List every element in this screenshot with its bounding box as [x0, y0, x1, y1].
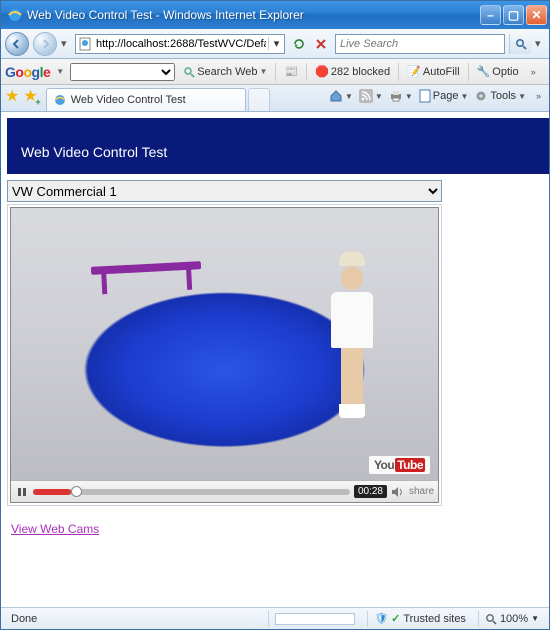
- close-button[interactable]: ✕: [526, 5, 547, 25]
- search-icon: [183, 66, 195, 78]
- progress-indicator: [275, 613, 355, 625]
- popup-blocker-button[interactable]: 🛑 282 blocked: [313, 65, 392, 78]
- zoom-label: 100%: [500, 613, 528, 625]
- search-go-button[interactable]: [509, 34, 531, 54]
- status-text: Done: [5, 611, 75, 627]
- add-favorites-button[interactable]: ★: [23, 86, 37, 106]
- tools-menu-button[interactable]: Tools ▼: [474, 89, 526, 103]
- active-tab[interactable]: Web Video Control Test: [46, 88, 246, 111]
- ie-logo-icon: [7, 7, 23, 23]
- separator: [306, 63, 307, 81]
- shield-icon: 🛡: [374, 612, 388, 625]
- new-tab-button[interactable]: [248, 88, 270, 111]
- tab-strip: ★ ★ Web Video Control Test ▼ ▼ ▼ Page ▼ …: [1, 85, 549, 112]
- search-box[interactable]: [335, 34, 505, 54]
- blocked-count-label: 282 blocked: [331, 66, 390, 78]
- share-button[interactable]: share: [409, 486, 434, 497]
- tab-label: Web Video Control Test: [71, 94, 186, 106]
- popup-icon: 🛑: [315, 65, 329, 78]
- check-icon: ✓: [391, 612, 400, 625]
- stop-button[interactable]: [311, 34, 331, 54]
- news-button[interactable]: 📰: [282, 65, 300, 78]
- video-player[interactable]: YouTube 00:28 sh: [10, 207, 439, 503]
- home-button[interactable]: ▼: [329, 89, 353, 103]
- page-menu-label: Page: [433, 90, 459, 102]
- command-bar: ▼ ▼ ▼ Page ▼ Tools ▼ »: [329, 85, 545, 111]
- window-titlebar: Web Video Control Test - Windows Interne…: [1, 1, 549, 29]
- view-webcams-link[interactable]: View Web Cams: [11, 522, 99, 536]
- search-provider-dropdown[interactable]: ▾: [535, 37, 545, 50]
- rss-icon: [359, 89, 373, 103]
- page-icon: [419, 89, 431, 103]
- chevron-down-icon: ▼: [260, 67, 268, 76]
- page-menu-button[interactable]: Page ▼: [419, 89, 469, 103]
- player-controls: 00:28 share: [11, 480, 438, 502]
- favorites-center-button[interactable]: ★: [5, 86, 19, 106]
- page-title: Web Video Control Test: [21, 144, 167, 160]
- search-web-button[interactable]: Search Web ▼: [181, 66, 269, 78]
- tab-page-icon: [53, 93, 67, 107]
- search-web-label: Search Web: [197, 66, 257, 78]
- page-icon: [78, 37, 92, 51]
- zoom-icon: [485, 613, 497, 625]
- google-menu-dropdown[interactable]: ▼: [56, 67, 64, 76]
- page-header: Web Video Control Test: [7, 118, 549, 174]
- video-player-frame: YouTube 00:28 sh: [7, 204, 442, 506]
- zoom-control[interactable]: 100% ▼: [478, 611, 545, 627]
- address-bar[interactable]: ▾: [75, 34, 285, 54]
- command-overflow[interactable]: »: [532, 91, 545, 101]
- options-icon: 🔧: [477, 65, 491, 78]
- progress-loaded: [33, 489, 71, 495]
- video-select-dropdown[interactable]: VW Commercial 1: [7, 180, 442, 202]
- minimize-button[interactable]: –: [480, 5, 501, 25]
- navigation-bar: ▾ ▾ ▾: [1, 29, 549, 59]
- address-dropdown[interactable]: ▾: [268, 37, 284, 50]
- autofill-label: AutoFill: [423, 66, 460, 78]
- overflow-chevron[interactable]: »: [527, 67, 540, 77]
- home-icon: [329, 89, 343, 103]
- google-logo: Google: [5, 64, 50, 80]
- autofill-button[interactable]: 📝 AutoFill: [405, 65, 461, 78]
- options-label: Optio: [492, 66, 518, 78]
- gear-icon: [474, 89, 488, 103]
- separator: [468, 63, 469, 81]
- search-input[interactable]: [336, 38, 504, 50]
- back-button[interactable]: [5, 32, 29, 56]
- print-button[interactable]: ▼: [389, 89, 413, 103]
- progress-bar[interactable]: [33, 489, 350, 495]
- news-icon: 📰: [284, 65, 298, 78]
- progress-thumb[interactable]: [71, 486, 82, 497]
- security-zone[interactable]: 🛡 ✓ Trusted sites: [367, 611, 472, 627]
- time-display: 00:28: [354, 485, 387, 498]
- chevron-down-icon: ▼: [531, 614, 539, 623]
- content-viewport[interactable]: Web Video Control Test VW Commercial 1 Y…: [1, 112, 549, 596]
- url-input[interactable]: [94, 38, 268, 50]
- google-toolbar: Google ▼ Search Web ▼ 📰 🛑 282 blocked 📝 …: [1, 59, 549, 85]
- play-button[interactable]: [15, 485, 29, 499]
- window-title: Web Video Control Test - Windows Interne…: [27, 8, 478, 22]
- print-icon: [389, 89, 403, 103]
- volume-button[interactable]: [391, 486, 405, 498]
- maximize-button[interactable]: ▢: [503, 5, 524, 25]
- separator: [275, 63, 276, 81]
- autofill-icon: 📝: [407, 65, 421, 78]
- refresh-button[interactable]: [289, 34, 309, 54]
- feeds-button[interactable]: ▼: [359, 89, 383, 103]
- separator: [398, 63, 399, 81]
- options-button[interactable]: 🔧 Optio: [475, 65, 521, 78]
- status-progress: [268, 611, 361, 627]
- forward-button[interactable]: [33, 32, 57, 56]
- nav-history-dropdown[interactable]: ▾: [61, 37, 71, 50]
- youtube-watermark: YouTube: [369, 456, 430, 474]
- person-graphic: [326, 278, 378, 438]
- zone-label: Trusted sites: [403, 613, 466, 625]
- tools-menu-label: Tools: [490, 90, 516, 102]
- status-bar: Done 🛡 ✓ Trusted sites 100% ▼: [1, 607, 549, 629]
- google-search-field[interactable]: [70, 63, 175, 81]
